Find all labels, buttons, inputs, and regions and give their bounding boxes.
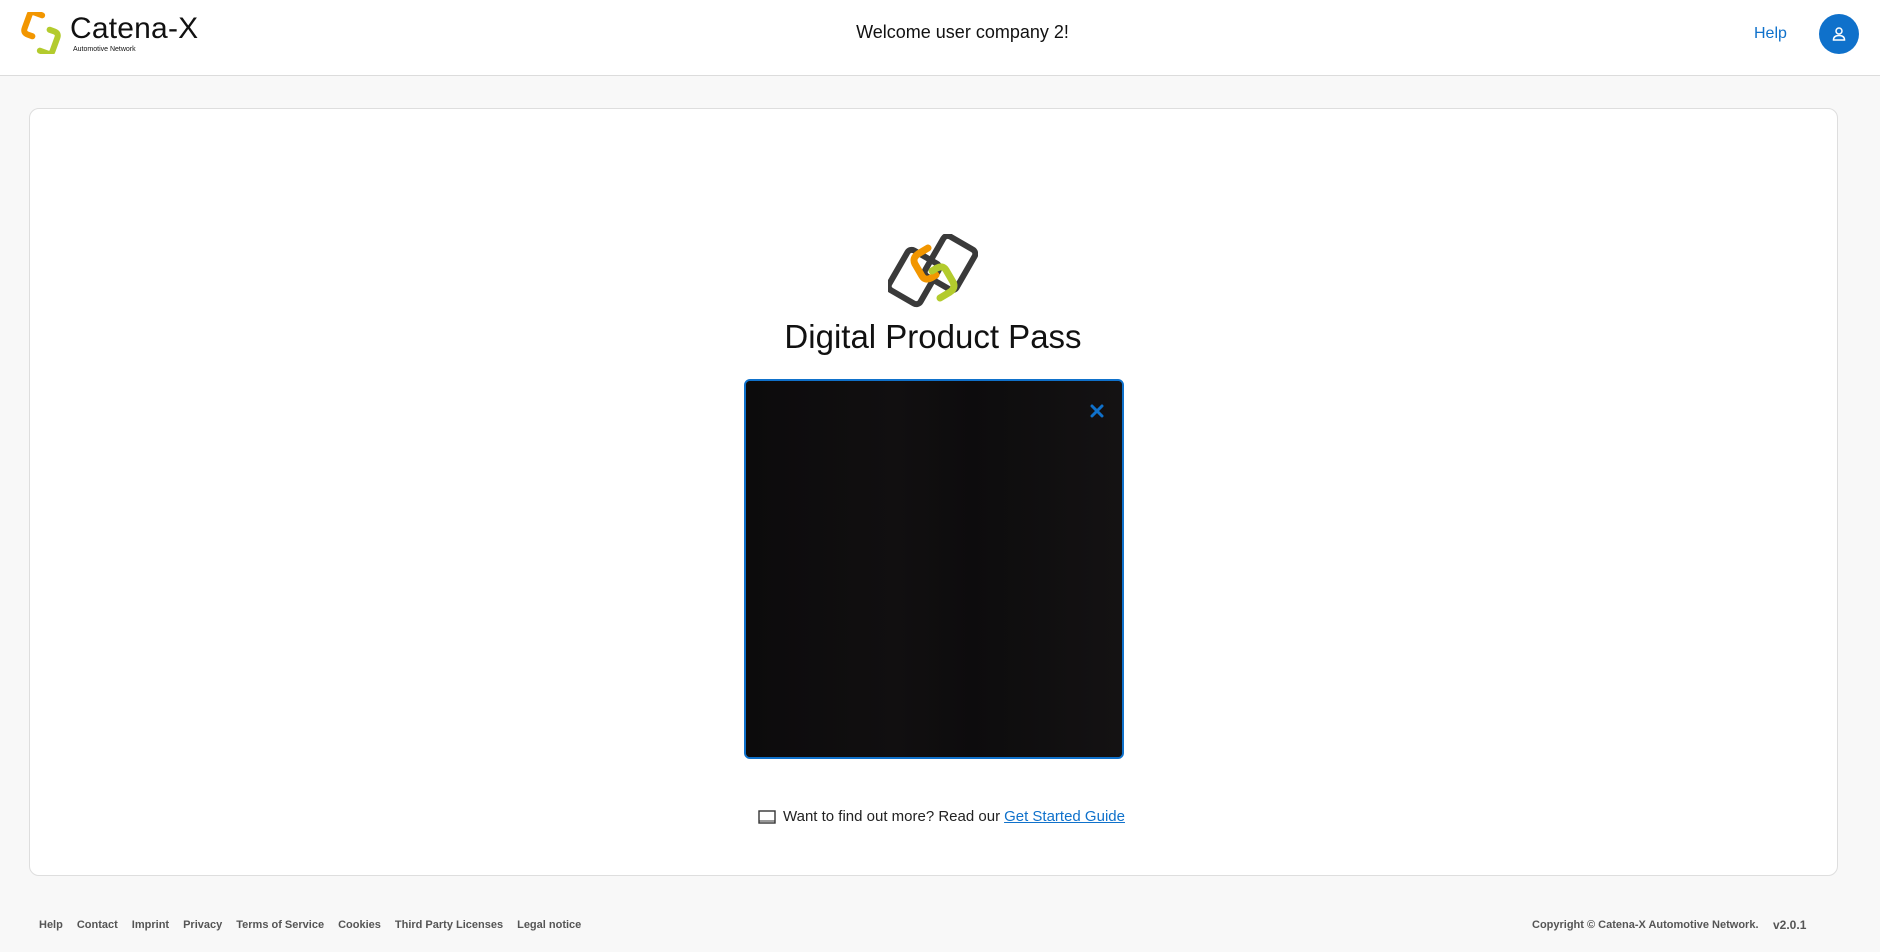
- footer-link-contact[interactable]: Contact: [77, 919, 118, 931]
- get-started-guide-link[interactable]: Get Started Guide: [1004, 808, 1125, 825]
- header-help-link[interactable]: Help: [1754, 25, 1787, 43]
- footer-link-cookies[interactable]: Cookies: [338, 919, 381, 931]
- footer-link-imprint[interactable]: Imprint: [132, 919, 169, 931]
- qr-scanner-camera-view[interactable]: [744, 379, 1124, 759]
- footer-link-terms[interactable]: Terms of Service: [236, 919, 324, 931]
- scanner-close-button[interactable]: [1087, 401, 1107, 421]
- footer-link-third-party-licenses[interactable]: Third Party Licenses: [395, 919, 503, 931]
- digital-product-pass-logo: [888, 234, 978, 308]
- user-icon: [1832, 27, 1846, 41]
- footer-copyright: Copyright © Catena-X Automotive Network.: [1532, 919, 1759, 931]
- brand-tagline: Automotive Network: [73, 46, 136, 53]
- user-menu-button[interactable]: [1819, 14, 1859, 54]
- guide-text: Want to find out more? Read our: [783, 808, 1001, 825]
- app-header: Catena-X Automotive Network Welcome user…: [0, 0, 1880, 76]
- footer-links: Help Contact Imprint Privacy Terms of Se…: [39, 919, 595, 931]
- camera-feed: [746, 381, 1122, 757]
- footer-link-privacy[interactable]: Privacy: [183, 919, 222, 931]
- footer-link-legal-notice[interactable]: Legal notice: [517, 919, 581, 931]
- book-icon: [758, 809, 776, 824]
- footer-link-help[interactable]: Help: [39, 919, 63, 931]
- get-started-guide-hint: Want to find out more? Read our Get Star…: [758, 808, 1125, 825]
- welcome-message: Welcome user company 2!: [856, 22, 1069, 42]
- page-title: Digital Product Pass: [784, 318, 1082, 355]
- close-icon: [1090, 404, 1104, 418]
- app-version: v2.0.1: [1773, 918, 1807, 932]
